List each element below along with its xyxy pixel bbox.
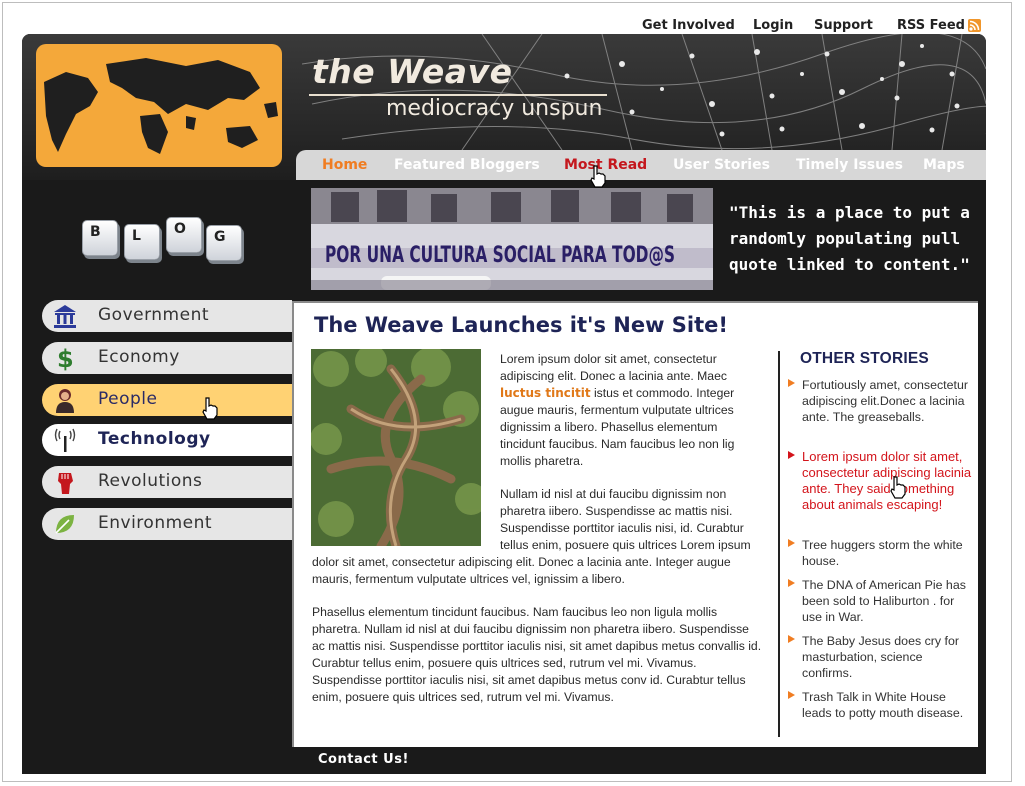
arrow-right-icon — [788, 451, 795, 459]
nav-maps[interactable]: Maps — [923, 157, 965, 173]
pull-quote: "This is a place to put a randomly popul… — [729, 203, 970, 274]
raised-fist-icon — [58, 473, 73, 494]
nav-timely-issues[interactable]: Timely Issues — [796, 157, 903, 173]
story-text: Trash Talk in White House leads to potty… — [802, 690, 964, 720]
person-icon — [56, 389, 74, 413]
sidebar-item-environment[interactable]: Environment — [42, 508, 292, 540]
sidebar-item-economy[interactable]: $ Economy — [42, 342, 292, 374]
story-text: The Baby Jesus does cry for masturbation… — [802, 634, 960, 680]
nav-featured-bloggers[interactable]: Featured Bloggers — [394, 157, 540, 173]
sidebar-item-technology[interactable]: Technology — [42, 424, 292, 456]
antenna-icon — [54, 428, 76, 452]
arrow-right-icon — [788, 691, 795, 699]
sidebar-item-label: People — [98, 389, 158, 409]
story-item[interactable]: The DNA of American Pie has been sold to… — [788, 577, 972, 625]
support-link[interactable]: Support — [814, 18, 873, 33]
sidebar-item-label: Environment — [98, 513, 213, 533]
sidebar-item-label: Technology — [98, 429, 211, 449]
site-title[interactable]: the Weave — [312, 52, 512, 91]
leaf-icon — [55, 515, 74, 534]
luctus-tincitit-link[interactable]: luctus tincitit — [500, 386, 591, 400]
site-tagline: mediocracy unspun — [386, 96, 603, 121]
key-o: O — [166, 217, 202, 253]
login-link[interactable]: Login — [753, 18, 793, 33]
sidebar-item-label: Economy — [98, 347, 180, 367]
get-involved-link[interactable]: Get Involved — [642, 18, 735, 33]
story-text: The DNA of American Pie has been sold to… — [802, 578, 966, 624]
other-stories-title: OTHER STORIES — [800, 350, 929, 367]
story-item[interactable]: Fortutiously amet, consectetur adipiscin… — [788, 377, 972, 425]
world-map-logo — [36, 44, 282, 167]
story-item[interactable]: Lorem ipsum dolor sit amet, consectetur … — [788, 449, 972, 513]
key-l: L — [124, 224, 160, 260]
story-text: Fortutiously amet, consectetur adipiscin… — [802, 378, 968, 424]
hand-cursor-icon — [202, 397, 218, 420]
arrow-right-icon — [788, 539, 795, 547]
story-text: Lorem ipsum dolor sit amet, consectetur … — [802, 449, 972, 512]
blog-keys-logo[interactable]: B L O G — [78, 214, 248, 274]
sidebar-item-revolutions[interactable]: Revolutions — [42, 466, 292, 498]
story-item[interactable]: Trash Talk in White House leads to potty… — [788, 689, 972, 721]
hand-cursor-icon — [590, 165, 606, 188]
contact-us-link[interactable]: Contact Us! — [318, 752, 409, 767]
arrow-right-icon — [788, 379, 795, 387]
sidebar-item-government[interactable]: Government — [42, 300, 292, 332]
sidebar-item-label: Government — [98, 305, 210, 325]
arrow-right-icon — [788, 579, 795, 587]
dollar-icon: $ — [57, 345, 74, 371]
story-item[interactable]: Tree huggers storm the white house. — [788, 537, 972, 569]
key-g: G — [206, 225, 242, 261]
main-nav: Home Featured Bloggers Most Read User St… — [296, 150, 986, 180]
sidebar-item-label: Revolutions — [98, 471, 203, 491]
nav-user-stories[interactable]: User Stories — [673, 157, 770, 173]
rss-icon[interactable] — [968, 19, 981, 32]
paragraph-text: Lorem ipsum dolor sit amet, consectetur … — [500, 352, 727, 383]
story-text: Tree huggers storm the white house. — [802, 538, 963, 568]
article-body: Lorem ipsum dolor sit amet, consectetur … — [312, 351, 762, 722]
article-panel: The Weave Launches it's New Site! Lorem … — [292, 301, 978, 747]
image-spacer — [312, 351, 500, 547]
hand-cursor-icon — [890, 476, 906, 499]
arrow-right-icon — [788, 635, 795, 643]
government-building-icon — [54, 305, 76, 328]
graffiti-banner-image: POR UNA CULTURA SOCIAL PARA TOD@S — [311, 188, 713, 290]
nav-home[interactable]: Home — [322, 157, 367, 173]
sidebar-item-people[interactable]: People — [42, 384, 292, 416]
key-b: B — [82, 220, 118, 256]
svg-text:$: $ — [57, 345, 74, 371]
footer-bar — [22, 745, 986, 774]
article-headline: The Weave Launches it's New Site! — [314, 313, 728, 337]
article-paragraph-3: Phasellus elementum tincidunt faucibus. … — [312, 605, 762, 704]
rss-feed-link[interactable]: RSS Feed — [897, 18, 965, 33]
graffiti-text: POR UNA CULTURA SOCIAL PARA TOD@S — [325, 243, 675, 268]
column-divider — [778, 351, 780, 737]
story-item[interactable]: The Baby Jesus does cry for masturbation… — [788, 633, 972, 681]
